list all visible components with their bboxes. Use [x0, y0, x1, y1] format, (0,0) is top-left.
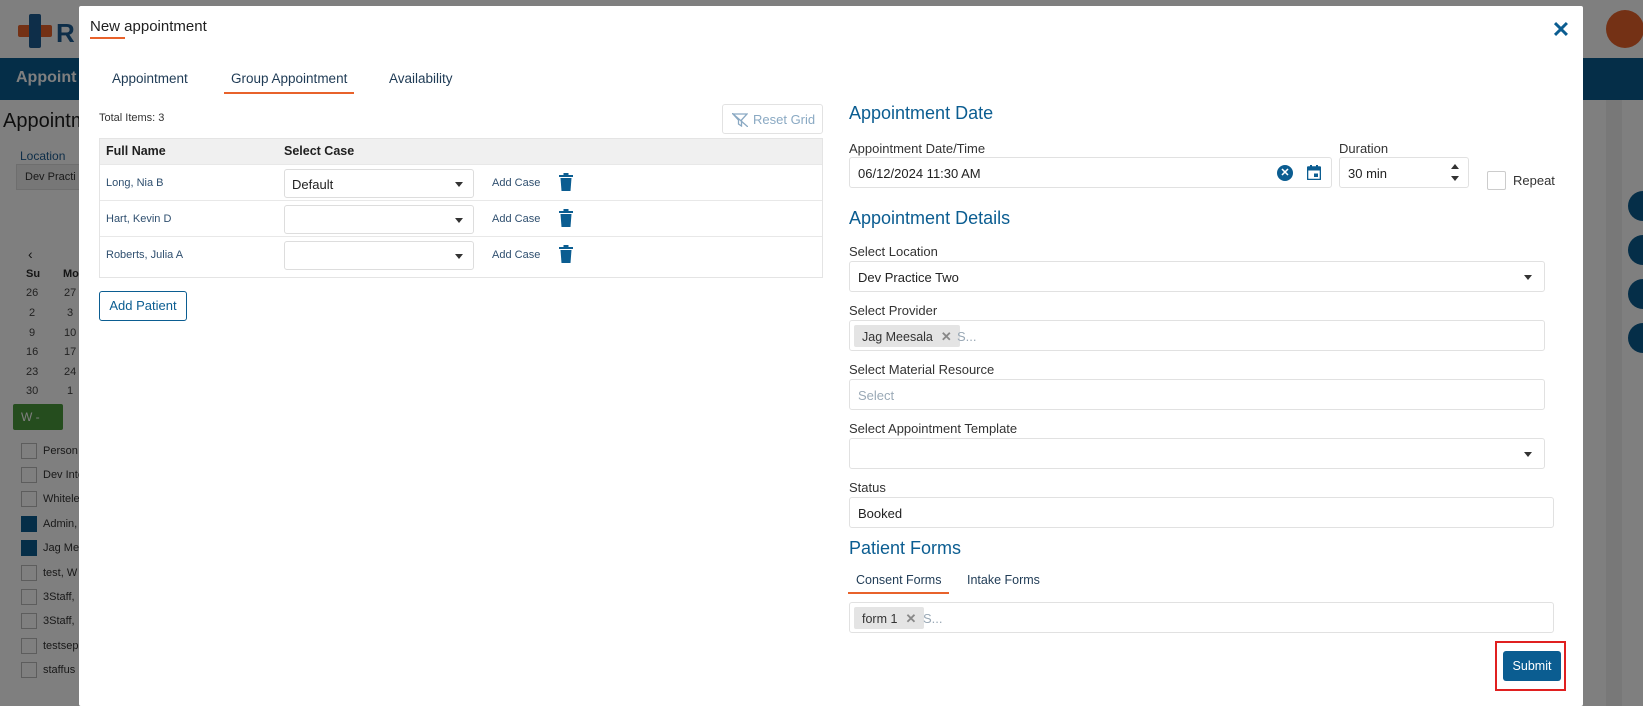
table-row: Long, Nia B Default Add Case [100, 164, 822, 200]
chevron-down-icon [455, 218, 463, 223]
patient-forms-title: Patient Forms [849, 538, 962, 558]
template-label: Select Appointment Template [849, 421, 1018, 436]
close-icon[interactable]: ✕ [1551, 19, 1571, 41]
case-select[interactable] [284, 205, 474, 234]
duration-stepper[interactable]: 30 min [1339, 157, 1469, 188]
trash-icon[interactable] [558, 245, 574, 263]
add-case-link[interactable]: Add Case [492, 177, 540, 189]
status-value: Booked [858, 506, 903, 521]
template-select[interactable] [849, 438, 1545, 469]
case-select[interactable] [284, 241, 474, 270]
provider-multiselect[interactable]: Jag Meesala ✕ S... [849, 320, 1545, 351]
grid-header: Full Name Select Case [100, 139, 822, 164]
form-chip-label: form 1 [862, 612, 898, 626]
table-row: Roberts, Julia A Add Case [100, 236, 822, 272]
chevron-down-icon [455, 182, 463, 187]
remove-chip-icon[interactable]: ✕ [941, 329, 952, 345]
material-placeholder: Select [858, 388, 895, 403]
calendar-icon[interactable] [1307, 165, 1321, 180]
appointment-date-title: Appointment Date [849, 103, 994, 123]
tab-consent-forms[interactable]: Consent Forms [847, 573, 950, 594]
material-label: Select Material Resource [849, 362, 995, 377]
add-case-link[interactable]: Add Case [492, 249, 540, 261]
datetime-label: Appointment Date/Time [849, 141, 986, 156]
repeat-label: Repeat [1513, 173, 1555, 188]
provider-chip-label: Jag Meesala [862, 330, 933, 344]
trash-icon[interactable] [558, 173, 574, 191]
filter-clear-icon [732, 113, 748, 127]
patient-name: Hart, Kevin D [106, 213, 172, 225]
status-field[interactable]: Booked [849, 497, 1554, 528]
forms-multiselect[interactable]: form 1 ✕ S... [849, 602, 1554, 633]
location-select[interactable]: Dev Practice Two [849, 261, 1545, 292]
modal-title: New appointment [90, 18, 207, 35]
material-resource-input[interactable]: Select [849, 379, 1545, 410]
provider-chip: Jag Meesala ✕ [854, 325, 960, 347]
form-chip: form 1 ✕ [854, 607, 925, 629]
chevron-down-icon [455, 254, 463, 259]
column-select-case[interactable]: Select Case [284, 144, 354, 158]
forms-search-placeholder: S... [923, 611, 943, 626]
chevron-down-icon [1524, 452, 1532, 457]
tab-group-appointment[interactable]: Group Appointment [223, 71, 355, 94]
add-patient-button[interactable]: Add Patient [99, 291, 187, 321]
tab-intake-forms[interactable]: Intake Forms [967, 573, 1040, 587]
column-full-name[interactable]: Full Name [106, 144, 166, 158]
clear-icon[interactable]: ✕ [1277, 165, 1293, 181]
trash-icon[interactable] [558, 209, 574, 227]
remove-chip-icon[interactable]: ✕ [905, 611, 916, 627]
provider-label: Select Provider [849, 303, 938, 318]
tab-appointment[interactable]: Appointment [112, 71, 188, 92]
location-value: Dev Practice Two [858, 270, 959, 285]
status-label: Status [849, 480, 886, 495]
reset-grid-label: Reset Grid [753, 112, 816, 127]
case-value: Default [292, 177, 334, 192]
provider-search-placeholder: S... [957, 329, 977, 344]
title-underline [90, 37, 125, 39]
datetime-input[interactable]: 06/12/2024 11:30 AM ✕ [849, 157, 1332, 188]
patient-grid: Full Name Select Case Long, Nia B Defaul… [99, 138, 823, 278]
table-row: Hart, Kevin D Add Case [100, 200, 822, 236]
chevron-down-icon [1524, 275, 1532, 280]
add-case-link[interactable]: Add Case [492, 213, 540, 225]
new-appointment-modal: New appointment ✕ Appointment Group Appo… [79, 6, 1583, 706]
datetime-value: 06/12/2024 11:30 AM [858, 166, 981, 181]
reset-grid-button[interactable]: Reset Grid [722, 104, 823, 134]
stepper-arrows-icon[interactable] [1450, 160, 1460, 186]
total-items: Total Items: 3 [99, 112, 165, 124]
appointment-details-title: Appointment Details [849, 208, 1011, 228]
repeat-checkbox[interactable] [1487, 171, 1506, 190]
duration-label: Duration [1339, 141, 1389, 156]
duration-value: 30 min [1348, 166, 1388, 181]
patient-name: Long, Nia B [106, 177, 164, 189]
patient-name: Roberts, Julia A [106, 249, 184, 261]
case-select[interactable]: Default [284, 169, 474, 198]
tab-availability[interactable]: Availability [389, 71, 453, 92]
submit-button[interactable]: Submit [1503, 651, 1561, 681]
location-label: Select Location [849, 244, 938, 259]
